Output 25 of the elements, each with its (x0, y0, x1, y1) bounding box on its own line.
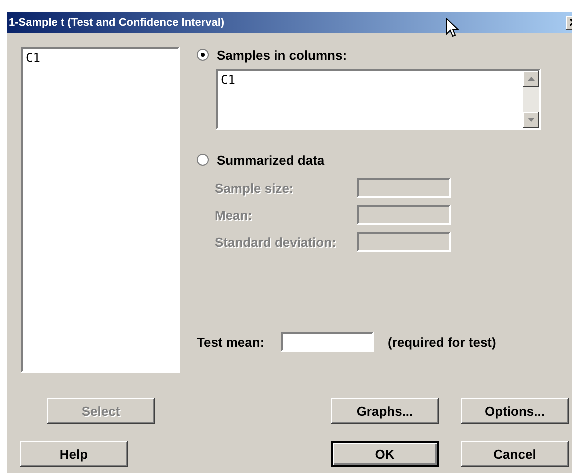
option-label: Summarized data (217, 152, 325, 168)
up-arrow-icon (528, 77, 534, 81)
input-field[interactable] (281, 332, 374, 352)
dialog-button[interactable]: Help (20, 441, 128, 467)
list-item[interactable]: C1 (26, 51, 175, 65)
window-title: 1-Sample t (Test and Confidence Interval) (8, 16, 225, 28)
dialog-button[interactable]: Graphs... (331, 398, 439, 424)
down-arrow-icon (528, 118, 534, 122)
radio-button[interactable] (197, 154, 209, 166)
radio-button[interactable] (197, 49, 209, 61)
test-mean-label: Test mean: (197, 334, 266, 350)
dialog-button[interactable]: OK (331, 441, 439, 467)
dialog-button[interactable]: Options... (461, 398, 569, 424)
columns-field[interactable]: C1 (216, 69, 541, 130)
hint-text: (required for test) (388, 334, 496, 350)
scroll-down-button[interactable] (523, 112, 539, 128)
option-label: Samples in columns: (217, 48, 348, 62)
cursor-icon (446, 18, 459, 38)
scroll-up-button[interactable] (523, 71, 539, 87)
field-value: C1 (220, 72, 236, 89)
field-label: Mean: (215, 208, 254, 222)
dialog-button[interactable]: Cancel (461, 441, 569, 467)
field-label: Sample size: (215, 180, 295, 196)
field-label: Standard deviation: (215, 234, 338, 250)
variables-list[interactable]: C1 (21, 47, 180, 373)
